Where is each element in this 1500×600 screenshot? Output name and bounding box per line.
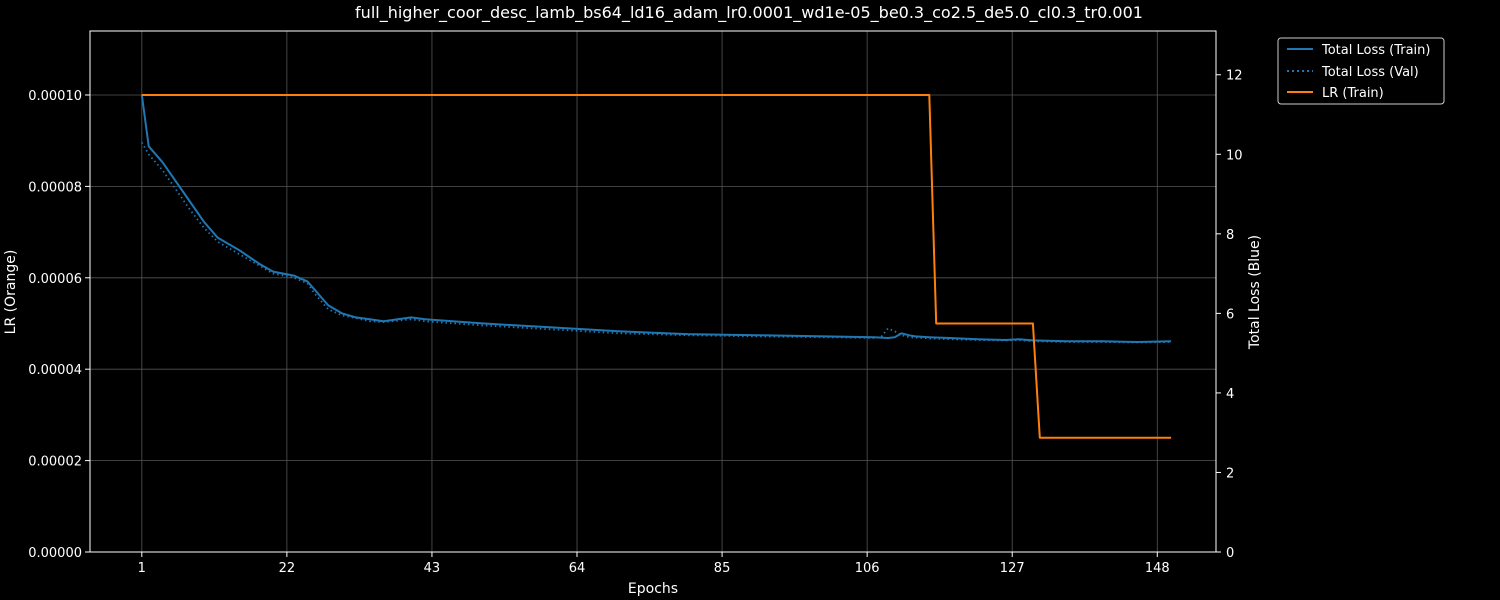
y-right-tick-label: 8 [1226,228,1234,243]
y-left-tick-label: 0.00004 [28,363,82,378]
y-right-axis-label: Total Loss (Blue) [1247,235,1263,350]
x-tick-label: 22 [279,561,296,576]
y-left-axis-label: LR (Orange) [3,250,19,335]
y-left-tick-label: 0.00000 [28,546,82,561]
y-right-tick-label: 4 [1226,387,1234,402]
x-axis: 1 22 43 64 85 106 127 148 [138,552,1170,576]
series-lr-train [141,94,1172,439]
x-tick-label: 127 [1000,561,1025,576]
chart-title: full_higher_coor_desc_lamb_bs64_ld16_ada… [355,3,1143,23]
x-tick-label: 85 [714,561,731,576]
x-tick-label: 43 [424,561,441,576]
x-tick-label: 148 [1145,561,1170,576]
y-right-tick-label: 10 [1226,148,1243,163]
x-axis-label: Epochs [628,581,678,597]
chart: full_higher_coor_desc_lamb_bs64_ld16_ada… [3,3,1445,597]
legend-label-val: Total Loss (Val) [1321,65,1419,80]
y-left-axis: 0.00000 0.00002 0.00004 0.00006 0.00008 0.000… [28,89,90,561]
x-tick-label: 106 [855,561,880,576]
x-tick-label: 1 [138,561,146,576]
y-right-tick-label: 6 [1226,307,1234,322]
legend-label-train: Total Loss (Train) [1321,43,1430,58]
grid [90,31,1216,553]
y-right-tick-label: 12 [1226,69,1243,84]
x-tick-label: 64 [569,561,586,576]
y-right-tick-label: 0 [1226,546,1234,561]
y-right-axis: 0 2 4 6 8 10 12 [1216,69,1243,561]
series-total-loss-train [140,94,1172,343]
y-left-tick-label: 0.00002 [28,455,82,470]
plot-frame [89,30,1217,553]
y-left-tick-label: 0.00008 [28,180,82,195]
legend: Total Loss (Train) Total Loss (Val) LR (… [1277,37,1445,105]
y-left-tick-label: 0.00010 [28,89,82,104]
series-layer [140,94,1172,439]
series-total-loss-val [141,141,1172,344]
y-left-tick-label: 0.00006 [28,272,82,287]
legend-label-lr: LR (Train) [1322,86,1384,101]
y-right-tick-label: 2 [1226,466,1234,481]
